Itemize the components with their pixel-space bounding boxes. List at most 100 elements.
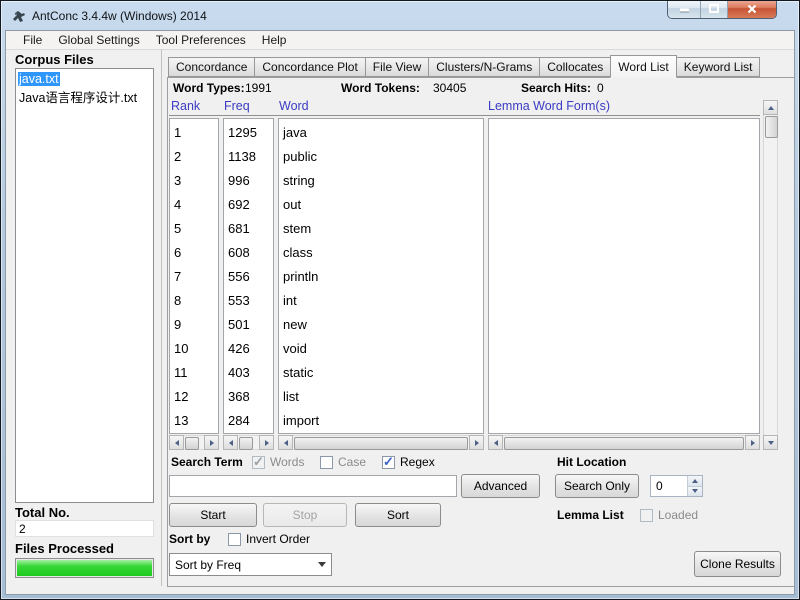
rank-cell[interactable]: 10 [174,337,218,361]
rank-cell[interactable]: 11 [174,361,218,385]
word-cell[interactable]: void [283,337,483,361]
start-button[interactable]: Start [169,503,257,527]
close-button[interactable] [728,1,776,18]
hit-location-spinner[interactable]: 0 [650,475,703,497]
sort-button[interactable]: Sort [355,503,441,527]
menu-item[interactable]: Global Settings [50,32,147,48]
hscroll-thumb[interactable] [185,437,199,450]
word-cell[interactable]: int [283,289,483,313]
invert-order-checkbox[interactable]: ✓ [228,533,241,546]
vertical-scroll-thumb[interactable] [765,116,778,138]
hscroll-thumb[interactable] [504,437,744,450]
menu-item[interactable]: Help [254,32,295,48]
column-header-lemma[interactable]: Lemma Word Form(s) [488,99,610,113]
hscroll-track[interactable] [503,435,745,450]
scroll-left-button[interactable] [169,435,184,450]
lemma-column[interactable] [488,118,760,434]
sort-by-dropdown[interactable]: Sort by Freq [169,553,332,576]
vertical-scroll-track[interactable] [763,115,778,435]
scroll-right-button[interactable] [469,435,484,450]
word-column[interactable]: java public string out stem class println int ne… [278,118,484,434]
word-cell[interactable]: stem [283,217,483,241]
corpus-file-item[interactable]: java.txt [18,70,151,89]
hscroll-track[interactable] [293,435,469,450]
advanced-button[interactable]: Advanced [461,474,540,498]
word-cell[interactable]: println [283,265,483,289]
scroll-down-button[interactable] [763,435,778,450]
search-term-input[interactable] [169,475,457,497]
minimize-button[interactable] [668,1,701,18]
rank-cell[interactable]: 3 [174,169,218,193]
freq-cell[interactable]: 692 [228,193,273,217]
rank-cell[interactable]: 1 [174,121,218,145]
hscroll-track[interactable] [184,435,204,450]
scroll-right-button[interactable] [204,435,219,450]
column-header-rank[interactable]: Rank [171,99,200,113]
search-only-button[interactable]: Search Only [555,474,639,498]
rank-cell[interactable]: 5 [174,217,218,241]
freq-cell[interactable]: 426 [228,337,273,361]
column-header-word[interactable]: Word [279,99,309,113]
tab[interactable]: Keyword List [675,57,761,77]
rank-cell[interactable]: 13 [174,409,218,433]
freq-column[interactable]: 1295 1138 996 692 681 608 556 553 501 426 403 368 28… [223,118,274,434]
rank-cell[interactable]: 6 [174,241,218,265]
word-cell[interactable]: out [283,193,483,217]
freq-cell[interactable]: 608 [228,241,273,265]
tab[interactable]: Concordance [168,57,256,77]
word-cell[interactable]: class [283,241,483,265]
tab[interactable]: File View [364,57,430,77]
hscroll-track[interactable] [238,435,259,450]
pane-divider[interactable] [161,49,162,586]
word-cell[interactable]: public [283,145,483,169]
rank-cell[interactable]: 9 [174,313,218,337]
word-hscrollbar[interactable] [278,435,484,450]
scroll-up-button[interactable] [763,100,778,115]
stop-button[interactable]: Stop [263,503,347,527]
clone-results-button[interactable]: Clone Results [694,551,781,577]
tab[interactable]: Concordance Plot [254,57,366,77]
spinner-down-button[interactable] [688,486,702,496]
tab[interactable]: Word List [610,55,677,78]
freq-cell[interactable]: 501 [228,313,273,337]
regex-checkbox[interactable]: ✓ [382,454,395,469]
rank-column[interactable]: 1 2 3 4 5 6 7 8 9 10 11 12 13 [169,118,219,434]
corpus-file-list[interactable]: java.txt Java语言程序设计.txt [15,68,154,503]
word-cell[interactable]: import [283,409,483,433]
word-cell[interactable]: list [283,385,483,409]
freq-cell[interactable]: 996 [228,169,273,193]
scroll-left-button[interactable] [278,435,293,450]
corpus-file-item[interactable]: Java语言程序设计.txt [18,89,151,108]
menu-item[interactable]: Tool Preferences [148,32,254,48]
freq-cell[interactable]: 681 [228,217,273,241]
rank-cell[interactable]: 4 [174,193,218,217]
hscroll-thumb[interactable] [239,437,253,450]
word-cell[interactable]: java [283,121,483,145]
menu-item[interactable]: File [15,32,50,48]
scroll-right-button[interactable] [745,435,760,450]
word-cell[interactable]: static [283,361,483,385]
loaded-checkbox[interactable]: ✓ [640,509,653,522]
freq-cell[interactable]: 1295 [228,121,273,145]
freq-cell[interactable]: 1138 [228,145,273,169]
case-checkbox[interactable]: ✓ [320,456,333,469]
tab[interactable]: Collocates [539,57,612,77]
freq-cell[interactable]: 284 [228,409,273,433]
freq-cell[interactable]: 556 [228,265,273,289]
rank-cell[interactable]: 8 [174,289,218,313]
word-cell[interactable]: string [283,169,483,193]
hscroll-thumb[interactable] [294,437,468,450]
rank-hscrollbar[interactable] [169,435,219,450]
lemma-hscrollbar[interactable] [488,435,760,450]
word-cell[interactable]: new [283,313,483,337]
freq-cell[interactable]: 403 [228,361,273,385]
rank-cell[interactable]: 2 [174,145,218,169]
scroll-left-button[interactable] [488,435,503,450]
rank-cell[interactable]: 12 [174,385,218,409]
column-header-freq[interactable]: Freq [224,99,250,113]
freq-hscrollbar[interactable] [223,435,274,450]
vertical-scrollbar[interactable] [763,100,778,450]
freq-cell[interactable]: 368 [228,385,273,409]
tab[interactable]: Clusters/N-Grams [428,57,541,77]
freq-cell[interactable]: 553 [228,289,273,313]
